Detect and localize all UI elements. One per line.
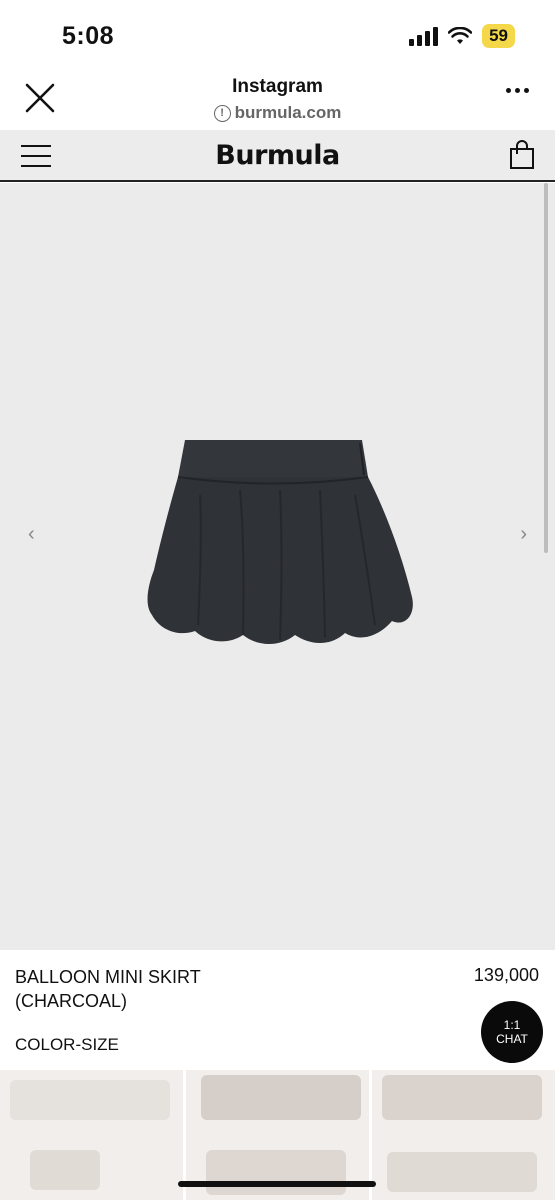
cellular-signal-icon (409, 26, 439, 46)
product-name: BALLOON MINI SKIRT (CHARCOAL) (15, 967, 201, 1011)
prev-image-arrow[interactable]: ‹ (28, 523, 35, 546)
thumbnail-image[interactable] (0, 1070, 183, 1200)
product-info: BALLOON MINI SKIRT (CHARCOAL) 139,000 CO… (0, 950, 555, 1070)
status-time: 5:08 (62, 22, 115, 50)
browser-url[interactable]: ! burmula.com (0, 103, 555, 123)
url-text: burmula.com (234, 103, 342, 122)
more-options-icon[interactable] (506, 88, 529, 93)
product-price: 139,000 (473, 965, 539, 985)
home-indicator[interactable] (178, 1181, 376, 1187)
chat-button-line1: 1:1 (503, 1018, 521, 1032)
browser-title: Instagram (232, 76, 323, 97)
shopping-bag-icon[interactable] (509, 140, 535, 170)
product-image-carousel[interactable]: ‹ › (0, 183, 555, 950)
chat-button[interactable]: 1:1 CHAT (481, 1001, 543, 1063)
scrollbar[interactable] (544, 183, 548, 553)
next-image-arrow[interactable]: › (520, 523, 527, 546)
chat-button-line2: CHAT (496, 1032, 528, 1046)
status-indicators: 59 (409, 24, 515, 48)
info-icon[interactable]: ! (213, 104, 231, 122)
site-logo[interactable]: Burmula (0, 140, 555, 171)
color-size-label: COLOR-SIZE (15, 1035, 119, 1054)
wifi-icon (448, 27, 473, 44)
skirt-image (147, 440, 413, 644)
battery-indicator: 59 (482, 24, 515, 48)
site-navigation: Burmula (0, 130, 555, 182)
thumbnail-image[interactable] (372, 1070, 555, 1200)
in-app-browser-header: Instagram ! burmula.com (0, 66, 555, 130)
status-bar: 5:08 59 (0, 0, 555, 66)
